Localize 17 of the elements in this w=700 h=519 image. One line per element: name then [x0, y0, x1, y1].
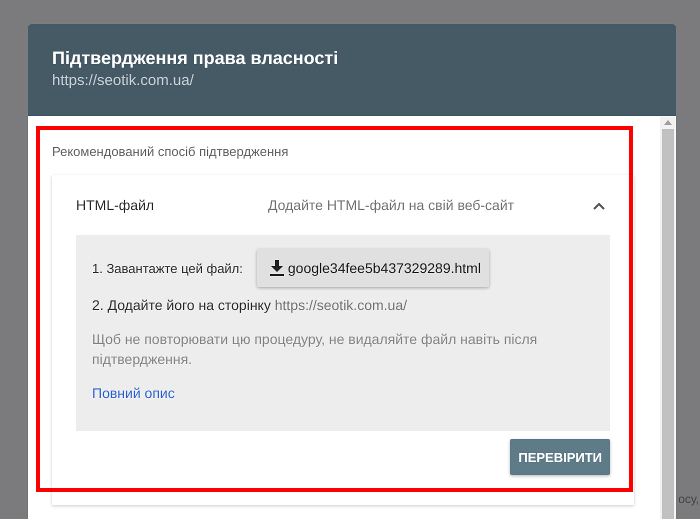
full-description-link[interactable]: Повний опис — [92, 385, 175, 401]
scroll-thumb[interactable] — [662, 129, 674, 519]
method-description: Додайте HTML-файл на свій веб-сайт — [268, 197, 516, 213]
step-text: 2. Додайте його на сторінку https://seotik.com.ua/ — [92, 297, 408, 313]
scroll-up-icon[interactable] — [664, 120, 672, 125]
site-url: https://seotik.com.ua/ — [52, 72, 195, 89]
section-label: Рекомендований спосіб підтвердження — [52, 144, 290, 159]
scrollbar[interactable] — [660, 116, 676, 519]
dialog-title: Підтвердження права власності — [52, 48, 340, 69]
background-text: осу, — [678, 492, 699, 506]
chevron-icon[interactable] — [592, 200, 606, 210]
verify-button[interactable]: ПЕРЕВІРИТИ — [510, 439, 610, 475]
note-text: Щоб не повторювати цю процедуру, не видаляйте файл навіть після підтвердження. — [92, 330, 538, 369]
download-button[interactable]: google34fee5b437329289.html — [256, 249, 489, 287]
download-icon — [270, 260, 284, 276]
step-label: 1. Завантажте цей файл: — [92, 260, 243, 276]
method-name: HTML-файл — [76, 197, 156, 213]
